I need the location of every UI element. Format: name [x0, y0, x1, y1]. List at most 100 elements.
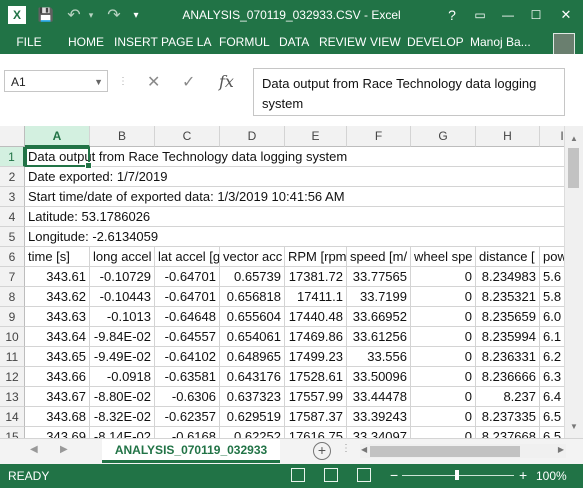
- ribbon-display-icon[interactable]: ▭: [468, 4, 492, 26]
- vertical-scroll-thumb[interactable]: [568, 148, 579, 188]
- row-header-11[interactable]: 11: [0, 347, 25, 367]
- select-all-corner[interactable]: [0, 126, 25, 147]
- data-cell[interactable]: 0.643176: [220, 367, 285, 387]
- data-cell[interactable]: -0.10443: [90, 287, 155, 307]
- grid-cell[interactable]: [411, 187, 476, 207]
- zoom-in-button[interactable]: +: [519, 467, 527, 483]
- grid-cell[interactable]: [476, 187, 540, 207]
- column-header-h[interactable]: H: [476, 126, 540, 147]
- data-cell[interactable]: -0.0918: [90, 367, 155, 387]
- data-cell[interactable]: -8.80E-02: [90, 387, 155, 407]
- horizontal-scrollbar[interactable]: ◀ ▶: [360, 444, 566, 458]
- page-layout-view-icon[interactable]: [324, 468, 338, 482]
- grid-cell[interactable]: [155, 207, 220, 227]
- data-cell[interactable]: 17381.72: [285, 267, 347, 287]
- enter-icon[interactable]: ✓: [182, 72, 195, 92]
- data-cell[interactable]: 33.61256: [347, 327, 411, 347]
- data-cell[interactable]: 8.237668: [476, 427, 540, 438]
- scroll-left-icon[interactable]: ◀: [361, 445, 367, 454]
- data-cell[interactable]: 17440.48: [285, 307, 347, 327]
- data-cell[interactable]: 343.62: [25, 287, 90, 307]
- data-cell[interactable]: 8.237: [476, 387, 540, 407]
- data-cell[interactable]: 8.234983: [476, 267, 540, 287]
- avatar[interactable]: [553, 33, 575, 55]
- tab-data[interactable]: DATA: [279, 30, 309, 54]
- row-header-12[interactable]: 12: [0, 367, 25, 387]
- data-cell[interactable]: -8.32E-02: [90, 407, 155, 427]
- grid-cell[interactable]: [476, 147, 540, 167]
- tab-review[interactable]: REVIEW: [319, 30, 366, 54]
- cancel-icon[interactable]: ✕: [147, 72, 160, 92]
- data-cell[interactable]: -0.6306: [155, 387, 220, 407]
- grid-cell[interactable]: [285, 167, 347, 187]
- grid-cell[interactable]: [220, 207, 285, 227]
- column-header-a[interactable]: A: [25, 126, 90, 147]
- maximize-icon[interactable]: ☐: [524, 4, 548, 26]
- horizontal-scroll-thumb[interactable]: [370, 446, 520, 457]
- data-cell[interactable]: 17528.61: [285, 367, 347, 387]
- data-cell[interactable]: 17616.75: [285, 427, 347, 438]
- header-cell[interactable]: RPM [rpm: [285, 247, 347, 267]
- data-cell[interactable]: 0: [411, 307, 476, 327]
- grid-cell[interactable]: [285, 227, 347, 247]
- row-header-8[interactable]: 8: [0, 287, 25, 307]
- data-cell[interactable]: 33.556: [347, 347, 411, 367]
- row-header-9[interactable]: 9: [0, 307, 25, 327]
- data-cell[interactable]: -0.64701: [155, 267, 220, 287]
- data-cell[interactable]: -0.63581: [155, 367, 220, 387]
- row-header-15[interactable]: 15: [0, 427, 25, 438]
- grid-cell[interactable]: [411, 207, 476, 227]
- header-cell[interactable]: lat accel [g: [155, 247, 220, 267]
- data-cell[interactable]: 0: [411, 367, 476, 387]
- name-box[interactable]: A1 ▼: [4, 70, 108, 92]
- data-cell[interactable]: 0: [411, 347, 476, 367]
- grid-cell[interactable]: [347, 187, 411, 207]
- data-cell[interactable]: 0: [411, 287, 476, 307]
- data-cell[interactable]: 0.654061: [220, 327, 285, 347]
- zoom-slider-knob[interactable]: [455, 470, 459, 480]
- data-cell[interactable]: 8.236666: [476, 367, 540, 387]
- data-cell[interactable]: -0.64648: [155, 307, 220, 327]
- column-header-d[interactable]: D: [220, 126, 285, 147]
- data-cell[interactable]: 0: [411, 427, 476, 438]
- data-cell[interactable]: 17469.86: [285, 327, 347, 347]
- data-cell[interactable]: 8.236331: [476, 347, 540, 367]
- data-cell[interactable]: 33.39243: [347, 407, 411, 427]
- tab-formulas[interactable]: FORMUL: [219, 30, 270, 54]
- data-cell[interactable]: 17411.1: [285, 287, 347, 307]
- tab-insert[interactable]: INSERT: [114, 30, 158, 54]
- data-cell[interactable]: 0: [411, 327, 476, 347]
- tab-view[interactable]: VIEW: [370, 30, 401, 54]
- data-cell[interactable]: -0.10729: [90, 267, 155, 287]
- formula-bar-grip-icon[interactable]: ⋮: [118, 76, 128, 87]
- text-row-cell[interactable]: Start time/date of exported data: 1/3/20…: [25, 187, 345, 207]
- grid-cell[interactable]: [155, 227, 220, 247]
- grid-cell[interactable]: [411, 167, 476, 187]
- next-sheet-icon[interactable]: ▶: [60, 444, 68, 455]
- data-cell[interactable]: 33.77565: [347, 267, 411, 287]
- data-cell[interactable]: 33.7199: [347, 287, 411, 307]
- data-cell[interactable]: -8.14E-02: [90, 427, 155, 438]
- row-header-1[interactable]: 1: [0, 147, 25, 167]
- data-cell[interactable]: 343.63: [25, 307, 90, 327]
- help-icon[interactable]: ?: [440, 4, 464, 26]
- grid-cell[interactable]: [476, 207, 540, 227]
- data-cell[interactable]: 0: [411, 407, 476, 427]
- data-cell[interactable]: 17587.37: [285, 407, 347, 427]
- data-cell[interactable]: 0: [411, 267, 476, 287]
- data-cell[interactable]: 343.65: [25, 347, 90, 367]
- header-cell[interactable]: long accel: [90, 247, 155, 267]
- data-cell[interactable]: 33.34097: [347, 427, 411, 438]
- grid-cell[interactable]: [347, 207, 411, 227]
- data-cell[interactable]: 8.235321: [476, 287, 540, 307]
- grid-cell[interactable]: [476, 167, 540, 187]
- data-cell[interactable]: 0.629519: [220, 407, 285, 427]
- data-cell[interactable]: 8.237335: [476, 407, 540, 427]
- header-cell[interactable]: speed [m/: [347, 247, 411, 267]
- data-cell[interactable]: 0: [411, 387, 476, 407]
- sheet-tab-analysis[interactable]: ANALYSIS_070119_032933: [102, 439, 280, 463]
- data-cell[interactable]: -9.84E-02: [90, 327, 155, 347]
- data-cell[interactable]: 343.64: [25, 327, 90, 347]
- grid-cell[interactable]: [411, 227, 476, 247]
- column-header-e[interactable]: E: [285, 126, 347, 147]
